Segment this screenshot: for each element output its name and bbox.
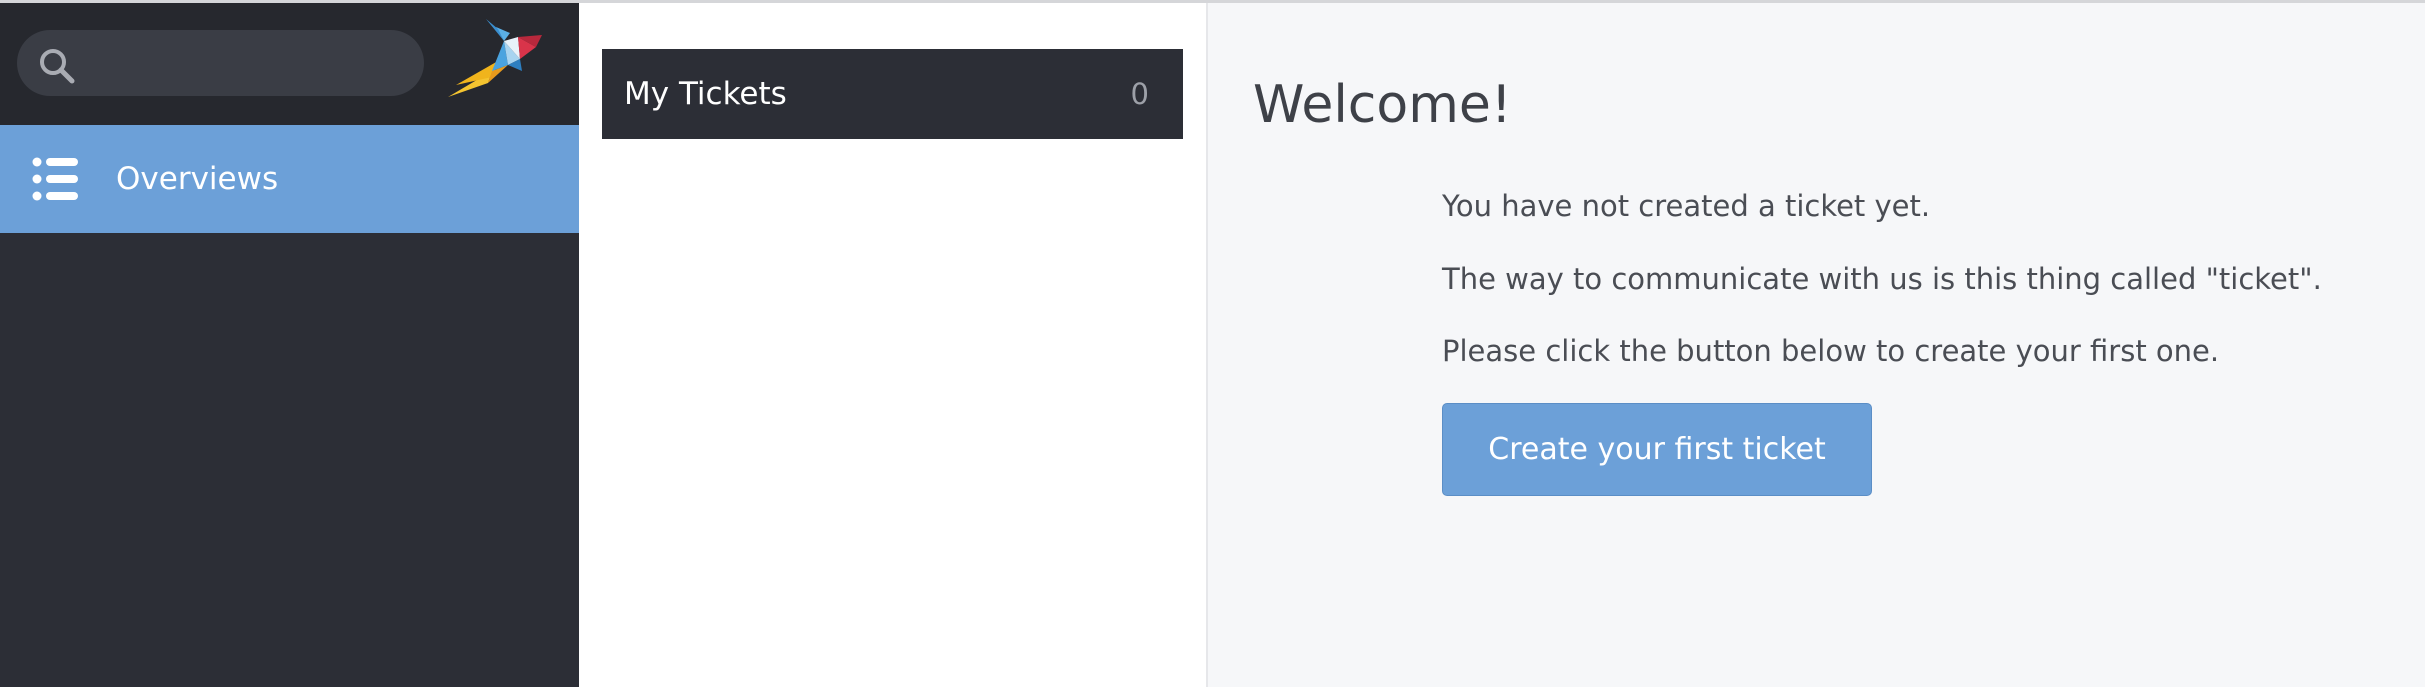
sidebar: Overviews [0,3,579,687]
welcome-message: The way to communicate with us is this t… [1442,262,2322,296]
welcome-message: Please click the button below to create … [1442,334,2220,368]
count-badge: 0 [1130,77,1149,111]
main-content: Welcome! You have not created a ticket y… [1208,3,2425,687]
logo-icon[interactable] [448,19,544,105]
welcome-message: You have not created a ticket yet. [1442,189,1931,223]
page-title: Welcome! [1253,75,1512,135]
sidebar-item-overviews[interactable]: Overviews [0,125,579,233]
search-icon [40,49,75,84]
sidebar-header [0,3,579,125]
search-input[interactable] [87,30,411,98]
overviews-list: My Tickets 0 [579,3,1208,687]
app-window: Overviews My Tickets 0 Welcome! You have… [0,0,2425,687]
list-item-my-tickets[interactable]: My Tickets 0 [602,49,1183,139]
create-first-ticket-button[interactable]: Create your first ticket [1442,403,1872,496]
list-item-label: My Tickets [624,76,787,112]
search-box[interactable] [17,30,424,98]
sidebar-item-label: Overviews [116,161,279,197]
list-icon [32,157,78,201]
